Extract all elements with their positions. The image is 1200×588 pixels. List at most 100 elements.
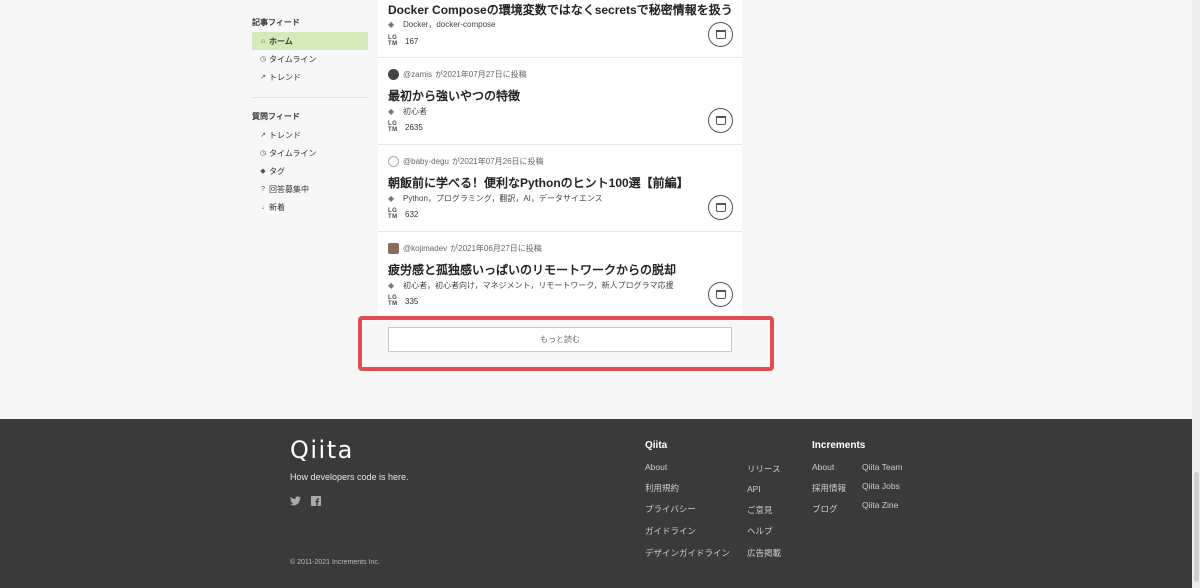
posted-date: が2021年07月26日に投稿 (451, 157, 544, 166)
lgtm-icon-bottom: TM (388, 127, 398, 133)
sidebar-item-question-timeline[interactable]: ◷ タイムライン (252, 144, 368, 162)
sidebar-item-question-trend[interactable]: ↗ トレンド (252, 126, 368, 144)
footer-link-careers[interactable]: 採用情報 (812, 482, 846, 494)
lgtm-icon-bottom: TM (388, 301, 398, 307)
article-meta: @kojimadev が2021年06月27日に投稿 (388, 243, 542, 254)
sidebar-item-label: 回答募集中 (269, 184, 309, 194)
article-tags: ◆ 初心者，初心者向け，マネジメント，リモートワーク，新人プログラマ応援 (388, 280, 674, 291)
article-tags-text[interactable]: Docker，docker-compose (403, 19, 495, 30)
posted-date: が2021年06月27日に投稿 (450, 244, 542, 253)
article-title[interactable]: 朝飯前に学べる！便利なPythonのヒント100選【前編】 (388, 174, 689, 191)
lgtm-icon-bottom: TM (388, 214, 398, 220)
trend-icon: ↗ (260, 132, 266, 139)
stock-button[interactable] (708, 195, 733, 220)
tag-icon: ◆ (388, 107, 395, 116)
tag-icon: ◆ (388, 194, 395, 203)
load-more-button[interactable]: もっと読む (388, 327, 732, 352)
scrollbar-thumb[interactable] (1194, 472, 1199, 582)
sidebar-item-label: トレンド (269, 130, 301, 140)
qiita-logo[interactable]: Qiita (290, 436, 354, 464)
footer-qiita-heading: Qiita (645, 440, 668, 451)
author-name[interactable]: @baby-degu (403, 157, 449, 166)
question-feed-heading: 質問フィード (252, 112, 300, 121)
article-card: @zamis が2021年07月27日に投稿 最初から強いやつの特徴 ◆ 初心者… (378, 58, 742, 145)
footer-link-api[interactable]: API (747, 484, 761, 494)
stock-button[interactable] (708, 282, 733, 307)
article-tags-text[interactable]: 初心者 (403, 106, 427, 117)
footer-link-qiita-team[interactable]: Qiita Team (862, 462, 902, 472)
footer-link-about[interactable]: About (645, 462, 667, 472)
facebook-icon[interactable] (311, 496, 323, 508)
lgtm-icon: LG TM (388, 35, 401, 47)
footer-link-qiita-zine[interactable]: Qiita Zine (862, 500, 898, 510)
stock-icon (715, 30, 726, 39)
article-title[interactable]: 疲労感と孤独感いっぱいのリモートワークからの脱却 (388, 261, 676, 278)
stock-button[interactable] (708, 22, 733, 47)
article-tags-text[interactable]: 初心者，初心者向け，マネジメント，リモートワーク，新人プログラマ応援 (403, 280, 674, 291)
sidebar-item-home[interactable]: ⌂ ホーム (252, 32, 368, 50)
article-lgtm: LG TM 2635 (388, 121, 423, 133)
footer-increments-heading: Increments (812, 440, 866, 451)
sidebar-item-label: 新着 (269, 202, 285, 212)
lgtm-icon: LG TM (388, 208, 401, 220)
sidebar-item-tags[interactable]: ◆ タグ (252, 162, 368, 180)
home-icon: ⌂ (260, 37, 266, 45)
sidebar-item-label: タイムライン (269, 148, 317, 158)
tag-icon: ◆ (260, 168, 266, 175)
sidebar-item-new[interactable]: ↓ 新着 (252, 198, 368, 216)
footer-link-guideline[interactable]: ガイドライン (645, 525, 696, 537)
article-card: @kojimadev が2021年06月27日に投稿 疲労感と孤独感いっぱいのリ… (378, 232, 742, 319)
copyright: © 2011-2021 Increments Inc. (290, 559, 380, 566)
sidebar-item-label: ホーム (269, 36, 293, 46)
lgtm-icon-bottom: TM (388, 41, 398, 47)
posted-date: が2021年07月27日に投稿 (435, 70, 527, 79)
sidebar-item-trend[interactable]: ↗ トレンド (252, 68, 368, 86)
footer-link-feedback[interactable]: ご意見 (747, 504, 773, 516)
article-feed: Docker Composeの環境変数ではなくsecretsで秘密情報を扱う ◆… (378, 0, 742, 319)
question-icon: ? (261, 185, 265, 193)
footer-link-terms[interactable]: 利用規約 (645, 482, 679, 494)
footer-link-design-guideline[interactable]: デザインガイドライン (645, 547, 730, 559)
avatar[interactable] (388, 243, 399, 254)
article-tags: ◆ Python，プログラミング，翻訳，AI，データサイエンス (388, 193, 603, 204)
footer-link-blog[interactable]: ブログ (812, 503, 838, 515)
stock-icon (715, 116, 726, 125)
load-more-area: もっと読む (378, 317, 742, 367)
article-card: @baby-degu が2021年07月26日に投稿 朝飯前に学べる！便利なPy… (378, 145, 742, 232)
avatar[interactable] (388, 69, 399, 80)
sidebar: 記事フィード ⌂ ホーム ◷ タイムライン ↗ トレンド 質問フィード ↗ トレ… (252, 14, 368, 216)
article-lgtm: LG TM 335 (388, 295, 418, 307)
lgtm-count: 335 (405, 296, 419, 306)
author-name[interactable]: @kojimadev (403, 244, 447, 253)
sidebar-item-open-questions[interactable]: ? 回答募集中 (252, 180, 368, 198)
article-meta: @zamis が2021年07月27日に投稿 (388, 69, 527, 80)
lgtm-count: 2635 (405, 122, 423, 132)
article-title[interactable]: Docker Composeの環境変数ではなくsecretsで秘密情報を扱う (388, 1, 733, 18)
sidebar-item-timeline[interactable]: ◷ タイムライン (252, 50, 368, 68)
article-feed-heading: 記事フィード (252, 18, 300, 27)
footer-tagline: How developers code is here. (290, 472, 409, 482)
article-title[interactable]: 最初から強いやつの特徴 (388, 87, 520, 104)
article-lgtm: LG TM 167 (388, 35, 418, 47)
footer: Qiita How developers code is here. © 201… (0, 419, 1193, 588)
sidebar-item-label: タイムライン (269, 54, 317, 64)
article-lgtm: LG TM 632 (388, 208, 418, 220)
stock-button[interactable] (708, 108, 733, 133)
footer-link-release[interactable]: リリース (747, 463, 781, 475)
clock-icon: ◷ (259, 56, 267, 63)
scrollbar[interactable] (1192, 0, 1200, 588)
footer-link-increments-about[interactable]: About (812, 462, 834, 472)
avatar[interactable] (388, 156, 399, 167)
lgtm-icon: LG TM (388, 295, 401, 307)
article-meta: @baby-degu が2021年07月26日に投稿 (388, 156, 544, 167)
tag-icon: ◆ (388, 20, 395, 29)
footer-link-qiita-jobs[interactable]: Qiita Jobs (862, 481, 900, 491)
author-name[interactable]: @zamis (403, 70, 432, 79)
footer-link-privacy[interactable]: プライバシー (645, 503, 696, 515)
footer-link-ads[interactable]: 広告掲載 (747, 547, 781, 559)
sort-icon: ↓ (261, 203, 265, 211)
twitter-icon[interactable] (290, 496, 302, 508)
footer-link-help[interactable]: ヘルプ (747, 525, 773, 537)
article-tags-text[interactable]: Python，プログラミング，翻訳，AI，データサイエンス (403, 193, 603, 204)
article-tags: ◆ 初心者 (388, 106, 427, 117)
